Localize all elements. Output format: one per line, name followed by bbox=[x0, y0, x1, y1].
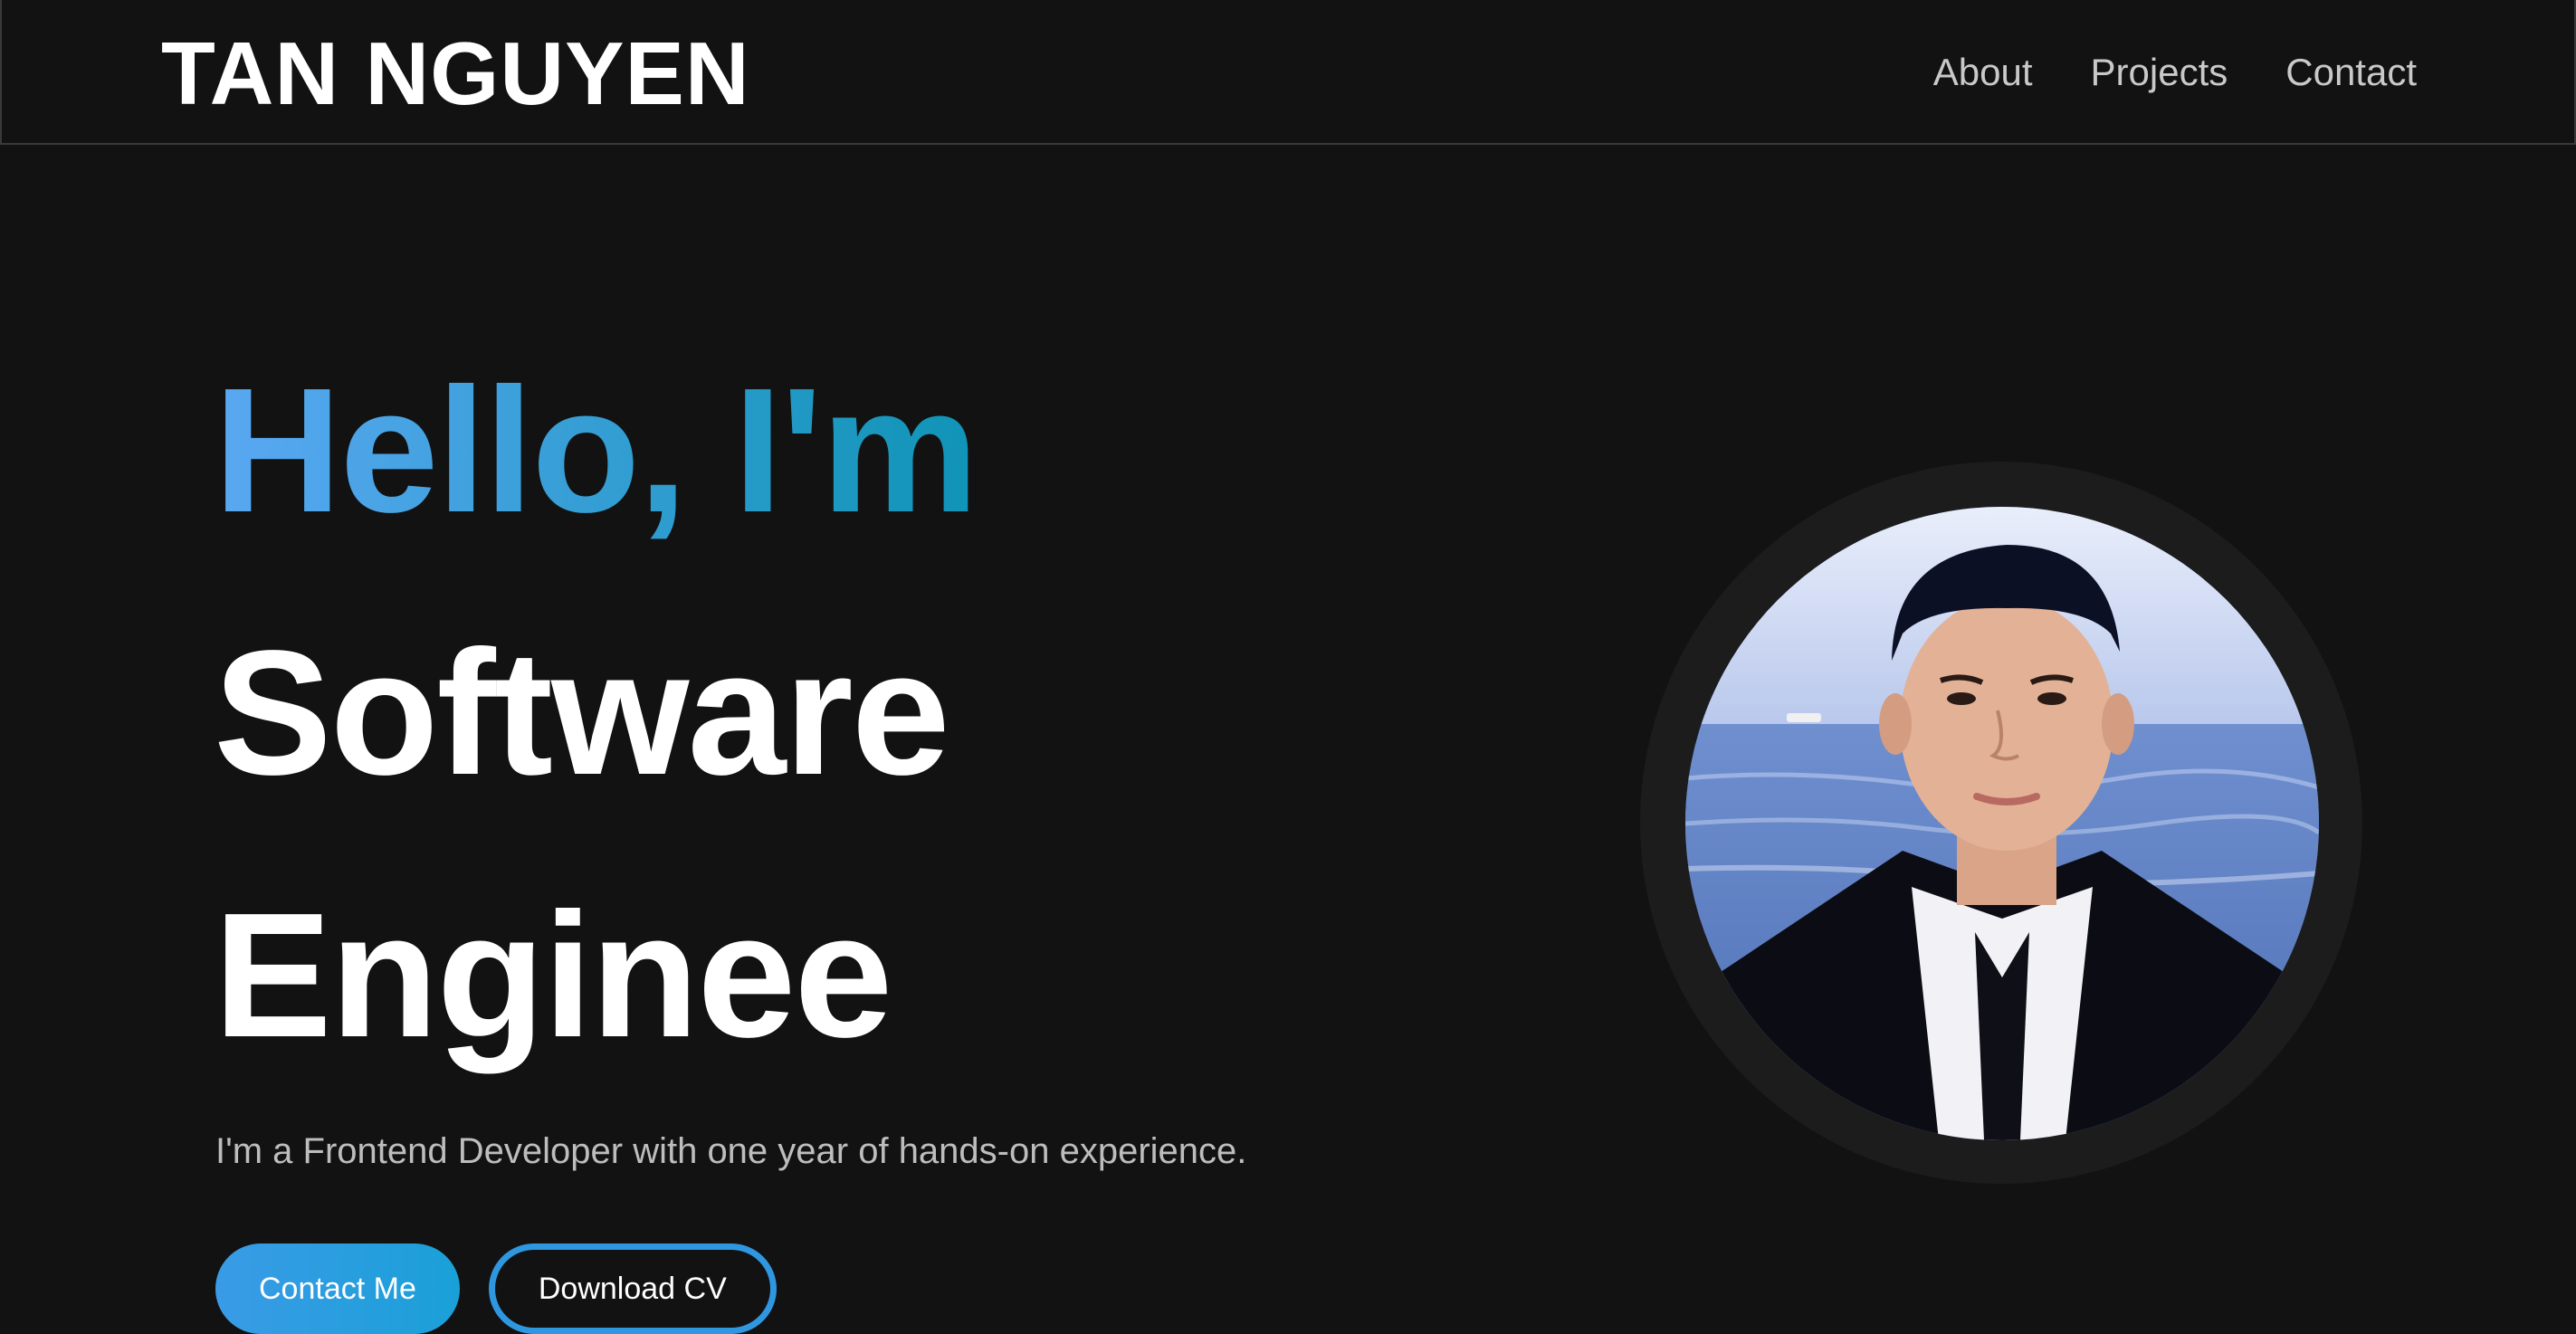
nav-links: About Projects Contact bbox=[1933, 45, 2417, 100]
nav-link-projects[interactable]: Projects bbox=[2091, 45, 2228, 100]
hero-role-line-2: Enginee bbox=[214, 876, 892, 1074]
download-cv-button[interactable]: Download CV bbox=[488, 1243, 777, 1334]
nav-link-about[interactable]: About bbox=[1933, 45, 2033, 100]
hero-role-line-1: Software bbox=[214, 614, 950, 812]
hero-subtitle: I'm a Frontend Developer with one year o… bbox=[215, 1131, 1247, 1171]
profile-photo bbox=[1685, 507, 2319, 1140]
contact-me-button[interactable]: Contact Me bbox=[215, 1243, 460, 1334]
hero-buttons: Contact Me Download CV bbox=[215, 1243, 777, 1334]
brand-logo[interactable]: TAN NGUYEN bbox=[161, 24, 750, 123]
nav-link-contact[interactable]: Contact bbox=[2285, 45, 2417, 100]
hero-greeting: Hello, I'm bbox=[214, 351, 978, 549]
profile-photo-illustration bbox=[1685, 507, 2319, 1140]
navbar: TAN NGUYEN About Projects Contact bbox=[0, 0, 2576, 145]
